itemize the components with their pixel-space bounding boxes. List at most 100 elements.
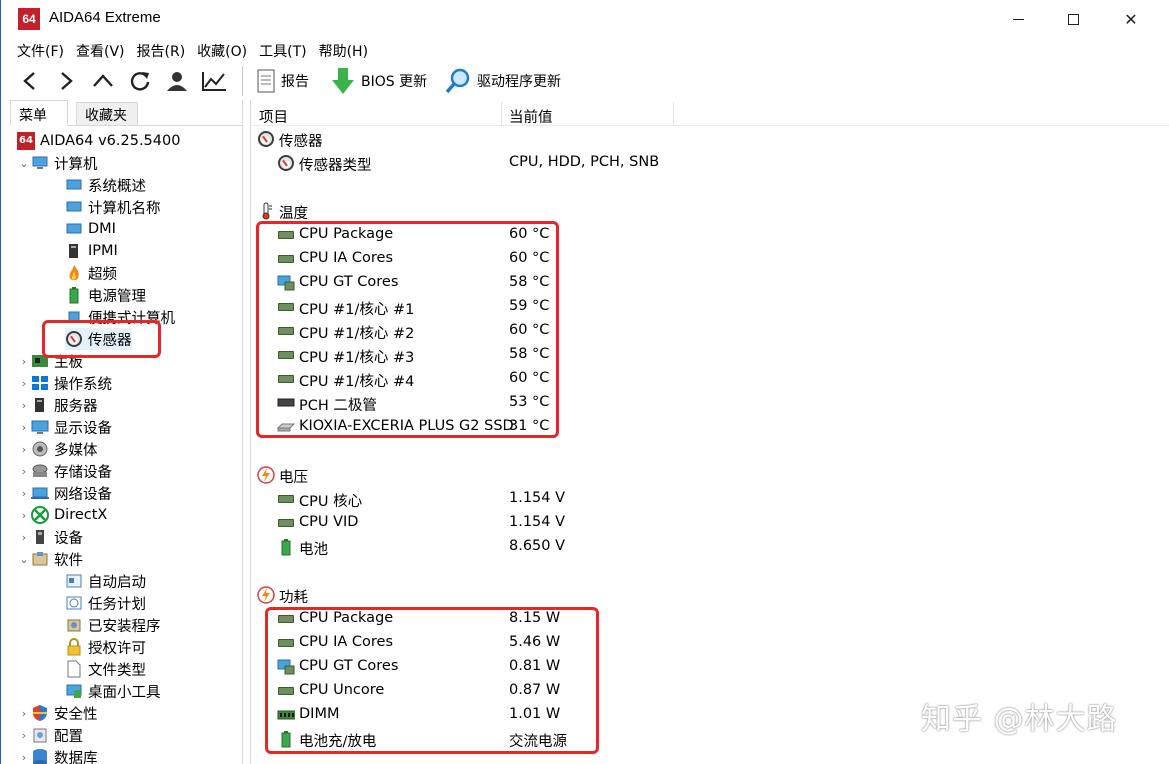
chevron-right-icon[interactable]: › — [17, 729, 31, 742]
tab-menu[interactable]: 菜单 — [10, 100, 68, 126]
chevron-right-icon[interactable]: › — [17, 399, 31, 412]
chevron-right-icon[interactable]: › — [17, 377, 31, 390]
column-item-header[interactable]: 项目 — [259, 106, 288, 127]
menu-favorites[interactable]: 收藏(O) — [197, 41, 247, 61]
close-button[interactable]: ✕ — [1104, 0, 1158, 38]
close-icon: ✕ — [1124, 9, 1138, 29]
tree-item-directx[interactable]: › DirectX — [17, 504, 107, 526]
tree-item-security[interactable]: › 安全性 — [17, 702, 98, 724]
flame-icon — [65, 264, 83, 282]
tree-item-scheduled-tasks[interactable]: 任务计划 — [65, 592, 146, 614]
tree-item-autostart[interactable]: 自动启动 — [65, 570, 146, 592]
column-divider[interactable] — [501, 102, 502, 126]
driver-update-label: 驱动程序更新 — [477, 74, 561, 90]
back-button[interactable] — [15, 66, 45, 96]
chevron-right-icon[interactable]: › — [17, 509, 31, 522]
tree-item-dmi[interactable]: DMI — [65, 218, 116, 240]
forward-button[interactable] — [51, 66, 81, 96]
tree-item-config[interactable]: › 配置 — [17, 724, 83, 746]
refresh-button[interactable] — [125, 66, 155, 96]
chevron-right-icon[interactable]: › — [17, 707, 31, 720]
minimize-button[interactable] — [991, 0, 1045, 38]
benchmark-button[interactable] — [199, 66, 229, 96]
shield-icon — [31, 704, 49, 722]
tree-item-multimedia[interactable]: › 多媒体 — [17, 438, 98, 460]
chevron-right-icon[interactable]: › — [17, 751, 31, 764]
tree-item-devices[interactable]: › 设备 — [17, 526, 83, 548]
tree-item-label: 文件类型 — [88, 662, 146, 679]
section-header-sensor[interactable]: 传感器 — [251, 127, 1169, 151]
section-header-voltage[interactable]: 电压 — [251, 463, 1169, 487]
watermark: 知乎 @林大路 — [921, 702, 1118, 737]
tree-item-display[interactable]: › 显示设备 — [17, 416, 112, 438]
tree-item-software[interactable]: ⌄ 软件 — [17, 548, 83, 570]
column-value-header[interactable]: 当前值 — [509, 106, 553, 127]
display-icon — [31, 418, 49, 436]
chevron-down-icon[interactable]: ⌄ — [17, 157, 31, 170]
table-row[interactable]: CPU VID 1.154 V — [251, 511, 1169, 535]
tree-item-licenses[interactable]: 授权许可 — [65, 636, 146, 658]
tree-item-network[interactable]: › 网络设备 — [17, 482, 112, 504]
tree-item-server[interactable]: › 服务器 — [17, 394, 98, 416]
tree-item-overclock[interactable]: 超频 — [65, 262, 117, 284]
table-row[interactable]: CPU 核心 1.154 V — [251, 487, 1169, 511]
tree-item-label: 系统概述 — [88, 178, 146, 195]
bios-update-button[interactable]: BIOS 更新 — [331, 66, 427, 96]
chevron-down-icon[interactable]: ⌄ — [17, 553, 31, 566]
magnifier-icon — [445, 68, 470, 94]
chevron-right-icon[interactable]: › — [17, 465, 31, 478]
table-row[interactable]: 电池 8.650 V — [251, 535, 1169, 559]
tree-item-installed-programs[interactable]: 已安装程序 — [65, 614, 161, 636]
tree-item-system-summary[interactable]: 系统概述 — [65, 174, 146, 196]
up-button[interactable] — [88, 66, 118, 96]
tree-item-database[interactable]: › 数据库 — [17, 746, 98, 764]
calendar-icon — [65, 594, 83, 612]
tree-item-ipmi[interactable]: IPMI — [65, 240, 118, 262]
table-row[interactable]: 传感器类型 CPU, HDD, PCH, SNB — [251, 151, 1169, 175]
driver-update-button[interactable]: 驱动程序更新 — [445, 66, 561, 96]
chevron-right-icon[interactable]: › — [17, 355, 31, 368]
row-label: CPU 核心 — [299, 494, 363, 510]
column-divider[interactable] — [673, 102, 674, 126]
title-bar[interactable]: 64 AIDA64 Extreme ✕ — [1, 0, 1169, 38]
chevron-right-icon[interactable]: › — [17, 421, 31, 434]
tree-item-file-types[interactable]: 文件类型 — [65, 658, 146, 680]
file-icon — [65, 660, 83, 678]
thermometer-icon — [257, 202, 275, 220]
maximize-button[interactable] — [1046, 0, 1100, 38]
section-header-temperature[interactable]: 温度 — [251, 199, 1169, 223]
user-button[interactable] — [162, 66, 192, 96]
app-window: 64 AIDA64 Extreme ✕ 文件(F) 查看(V) 报告(R) 收藏… — [0, 0, 1169, 764]
tree-item-label: 设备 — [54, 530, 83, 547]
battery-icon — [65, 286, 83, 304]
monitor-icon — [65, 176, 83, 194]
report-button[interactable]: 报告 — [257, 66, 309, 96]
tree-item-computer-name[interactable]: 计算机名称 — [65, 196, 161, 218]
tree-root[interactable]: 64 AIDA64 v6.25.5400 — [17, 130, 180, 152]
menu-tools[interactable]: 工具(T) — [259, 41, 306, 61]
database-icon — [31, 748, 49, 764]
refresh-icon — [130, 72, 150, 91]
menu-view[interactable]: 查看(V) — [76, 41, 125, 61]
menu-help[interactable]: 帮助(H) — [319, 41, 368, 61]
tree-item-os[interactable]: › 操作系统 — [17, 372, 112, 394]
lightning-icon — [257, 466, 275, 484]
tab-favorites[interactable]: 收藏夹 — [76, 102, 138, 126]
tree-item-desktop-gadgets[interactable]: 桌面小工具 — [65, 680, 161, 702]
menu-report[interactable]: 报告(R) — [137, 41, 186, 61]
tree-item-label: 电源管理 — [88, 288, 146, 305]
report-label: 报告 — [281, 74, 309, 90]
tree-item-label: 服务器 — [54, 398, 98, 415]
chevron-right-icon[interactable]: › — [17, 531, 31, 544]
tree-item-power-management[interactable]: 电源管理 — [65, 284, 146, 306]
row-label: CPU VID — [299, 514, 359, 530]
tree-item-storage[interactable]: › 存储设备 — [17, 460, 112, 482]
section-header-power[interactable]: 功耗 — [251, 583, 1169, 607]
section-title: 电压 — [279, 470, 308, 486]
tree-item-computer[interactable]: ⌄ 计算机 — [17, 152, 98, 174]
chevron-right-icon[interactable]: › — [17, 487, 31, 500]
row-value: 1.154 V — [509, 514, 566, 530]
menu-file[interactable]: 文件(F) — [17, 41, 64, 61]
chevron-right-icon[interactable]: › — [17, 443, 31, 456]
lightning-icon — [257, 586, 275, 604]
